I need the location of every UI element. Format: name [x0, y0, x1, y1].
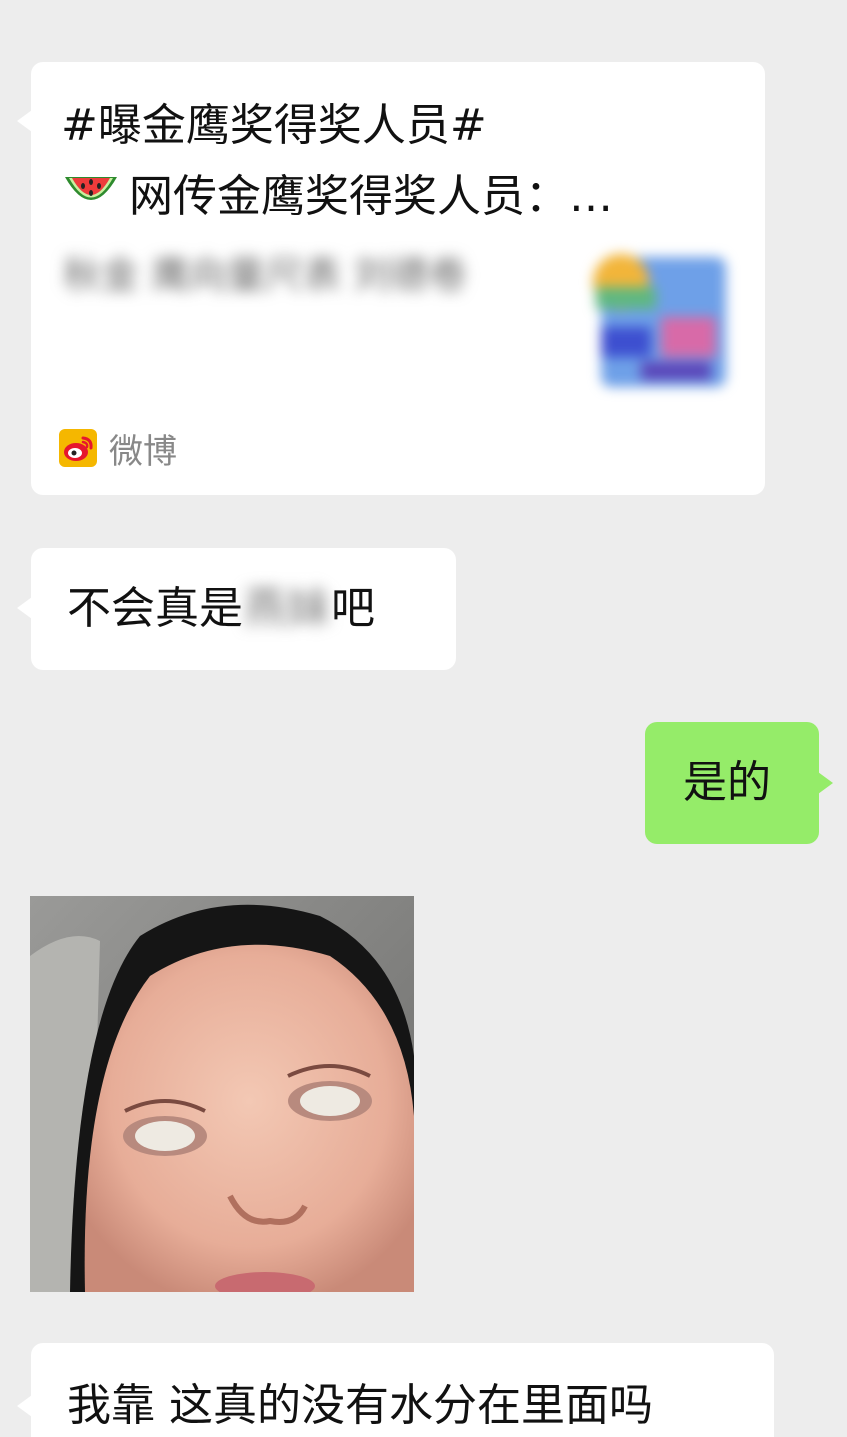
weibo-icon — [59, 429, 97, 467]
link-card-title-line2-row: 网传金鹰奖得奖人员：… — [61, 161, 741, 232]
weibo-link-card[interactable]: #曝金鹰奖得奖人员# 网传金鹰奖得奖人员：… 秋金 鹰向量尺表 刘德卷 微博 — [17, 62, 765, 495]
meme-photo — [30, 896, 414, 1292]
link-card-source: 微博 — [59, 428, 177, 472]
message-text-after: 吧 — [331, 583, 375, 634]
link-card-source-label: 微博 — [109, 431, 177, 472]
chat-view: #曝金鹰奖得奖人员# 网传金鹰奖得奖人员：… 秋金 鹰向量尺表 刘德卷 微博 不… — [0, 0, 847, 1437]
image-message-child-eyeroll-meme[interactable] — [30, 896, 414, 1292]
link-card-title-line2: 网传金鹰奖得奖人员：… — [129, 171, 613, 222]
message-bubble-incoming[interactable]: 不会真是燕妹吧 — [17, 548, 456, 670]
message-text: 不会真是燕妹吧 — [67, 583, 375, 634]
watermelon-icon — [65, 177, 117, 200]
message-text: 我靠 这真的没有水分在里面吗 — [67, 1380, 653, 1431]
link-card-description: 秋金 鹰向量尺表 刘德卷 — [63, 253, 468, 297]
message-text-before: 不会真是 — [67, 583, 243, 634]
link-card-title-line1: #曝金鹰奖得奖人员# — [61, 100, 487, 151]
link-card-title: #曝金鹰奖得奖人员# 网传金鹰奖得奖人员：… — [61, 90, 741, 232]
message-text: 是的 — [683, 757, 771, 808]
message-bubble-incoming[interactable]: 我靠 这真的没有水分在里面吗 — [17, 1343, 774, 1437]
message-text-redacted: 燕妹 — [243, 583, 331, 634]
link-card-thumbnail — [593, 254, 726, 387]
message-bubble-outgoing[interactable]: 是的 — [645, 722, 833, 844]
